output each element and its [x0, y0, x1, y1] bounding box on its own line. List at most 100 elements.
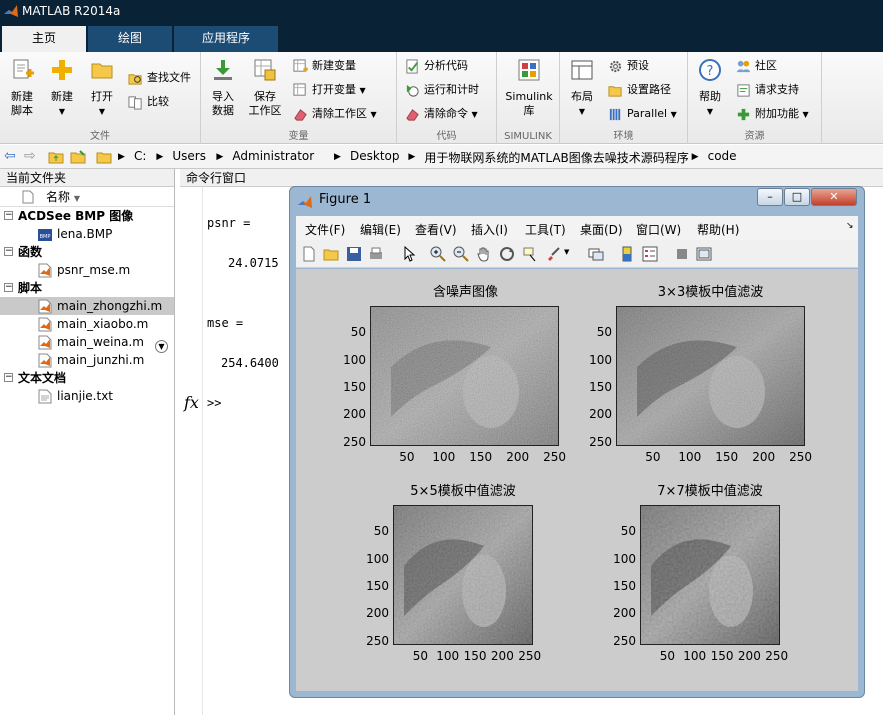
breadcrumb-separator-icon[interactable]: ▶ [692, 152, 699, 162]
name-column-header[interactable]: 名称 ▼ [0, 187, 174, 207]
maximize-button[interactable]: □ [784, 188, 810, 206]
breadcrumb-separator-icon[interactable]: ▶ [408, 152, 415, 162]
colorbar-icon[interactable] [619, 246, 635, 262]
minimize-button[interactable]: – [757, 188, 783, 206]
open-file-icon[interactable] [323, 246, 339, 262]
new-script-button[interactable]: 新建 脚本 [4, 58, 40, 118]
tab-plots[interactable]: 绘图 [88, 26, 172, 52]
zoom-out-icon[interactable] [453, 246, 469, 262]
link-plot-icon[interactable] [588, 246, 604, 262]
file-item[interactable]: lianjie.txt [0, 387, 174, 405]
breadcrumb-item[interactable]: Users [172, 149, 206, 163]
clear-commands-button[interactable]: 清除命令 ▼ [405, 104, 478, 124]
file-group-label: ACDSee BMP 图像 [18, 209, 134, 223]
file-item[interactable]: main_xiaobo.m [0, 315, 174, 333]
hide-plot-tools-icon[interactable] [674, 246, 690, 262]
run-and-time-button[interactable]: 运行和计时 [405, 80, 479, 100]
psnr-label: psnr = [207, 216, 251, 230]
file-name: lianjie.txt [57, 389, 114, 403]
community-button[interactable]: 社区 [736, 56, 777, 76]
clear-workspace-button[interactable]: 清除工作区 ▼ [293, 104, 377, 124]
menu-window[interactable]: 窗口(W) [636, 221, 681, 238]
figure-title: Figure 1 [319, 192, 372, 207]
menu-file[interactable]: 文件(F) [305, 221, 345, 238]
file-group-header[interactable]: − 函数 [0, 243, 174, 261]
tab-home[interactable]: 主页 [2, 26, 86, 52]
file-item[interactable]: psnr_mse.m [0, 261, 174, 279]
breadcrumb-item[interactable]: code [708, 149, 737, 163]
command-prompt[interactable]: >> [207, 396, 221, 410]
menu-edit[interactable]: 编辑(E) [360, 221, 401, 238]
fx-icon[interactable]: fx [184, 393, 199, 412]
legend-icon[interactable] [642, 246, 658, 262]
new-button[interactable]: 新建 ▼ [44, 58, 80, 119]
command-gutter [180, 187, 203, 715]
help-label: 帮助 [699, 90, 721, 103]
help-button[interactable]: ? 帮助 ▼ [694, 58, 726, 119]
parallel-button[interactable]: Parallel ▼ [608, 104, 677, 124]
collapse-icon[interactable]: − [4, 211, 13, 220]
open-variable-button[interactable]: 打开变量 ▼ [293, 80, 366, 100]
compare-button[interactable]: 比较 [128, 92, 169, 112]
menu-tools[interactable]: 工具(T) [525, 221, 566, 238]
group-environment-label: 环境 [613, 131, 634, 142]
set-path-button[interactable]: 设置路径 [608, 80, 671, 100]
collapse-icon[interactable]: − [4, 373, 13, 382]
rotate-3d-icon[interactable] [499, 246, 515, 262]
import-data-button[interactable]: 导入 数据 [205, 58, 241, 118]
menu-help[interactable]: 帮助(H) [697, 221, 739, 238]
menu-overflow-icon[interactable]: ↘ [846, 221, 854, 231]
breadcrumb-item[interactable]: Desktop [350, 149, 400, 163]
collapse-icon[interactable]: − [4, 283, 13, 292]
menu-desktop[interactable]: 桌面(D) [580, 221, 623, 238]
analyze-code-icon [406, 58, 418, 74]
file-group-header[interactable]: − 脚本 [0, 279, 174, 297]
browse-folder-icon[interactable] [70, 149, 86, 165]
zoom-in-icon[interactable] [430, 246, 446, 262]
layout-button[interactable]: 布局 ▼ [566, 58, 598, 119]
breadcrumb-separator-icon[interactable]: ▶ [156, 152, 163, 162]
breadcrumb-item[interactable]: C: [134, 149, 146, 163]
request-support-button[interactable]: 请求支持 [736, 80, 799, 100]
preferences-button[interactable]: 预设 [608, 56, 649, 76]
simulink-library-button[interactable]: Simulink 库 [501, 58, 557, 118]
add-ons-button[interactable]: 附加功能 ▼ [736, 104, 809, 124]
bmp-image-icon: BMP [38, 229, 52, 241]
figure-canvas: 含噪声图像 3×3模板中值滤波 5×5模板中值滤波 7×7模板中值滤波 50 1… [296, 269, 858, 691]
collapse-icon[interactable]: − [4, 247, 13, 256]
new-figure-icon[interactable] [301, 246, 317, 262]
data-cursor-icon[interactable] [522, 246, 538, 262]
menu-insert[interactable]: 插入(I) [471, 221, 508, 238]
analyze-code-button[interactable]: 分析代码 [405, 56, 468, 76]
menu-view[interactable]: 查看(V) [415, 221, 457, 238]
save-icon[interactable] [346, 246, 362, 262]
breadcrumb-separator-icon[interactable]: ▶ [334, 152, 341, 162]
file-item[interactable]: main_zhongzhi.m [0, 297, 174, 315]
find-files-button[interactable]: 查找文件 [128, 68, 191, 88]
back-arrow-icon[interactable]: ⇦ [4, 148, 16, 164]
new-variable-button[interactable]: 新建变量 [293, 56, 356, 76]
save-workspace-button[interactable]: 保存 工作区 [245, 58, 285, 118]
close-button[interactable]: ✕ [811, 188, 857, 206]
show-plot-tools-icon[interactable] [696, 246, 712, 262]
group-variable-label: 变量 [288, 131, 309, 142]
breadcrumb-item[interactable]: 用于物联网系统的MATLAB图像去噪技术源码程序 [424, 149, 688, 166]
tab-apps[interactable]: 应用程序 [174, 26, 278, 52]
file-group-header[interactable]: − ACDSee BMP 图像 [0, 207, 174, 225]
breadcrumb-item[interactable]: Administrator [232, 149, 314, 163]
pan-hand-icon[interactable] [476, 246, 492, 262]
file-group-header[interactable]: − 文本文档 [0, 369, 174, 387]
chevron-down-icon: ▼ [670, 110, 677, 119]
open-button[interactable]: 打开 ▼ [84, 58, 120, 119]
print-icon[interactable] [368, 246, 384, 262]
forward-arrow-icon[interactable]: ⇨ [24, 148, 36, 164]
breadcrumb-separator-icon[interactable]: ▶ [118, 152, 125, 162]
file-item[interactable]: main_weina.m [0, 333, 174, 351]
brush-icon[interactable] [545, 246, 561, 262]
breadcrumb-separator-icon[interactable]: ▶ [216, 152, 223, 162]
up-folder-icon[interactable] [48, 149, 64, 165]
file-item[interactable]: BMP lena.BMP [0, 225, 174, 243]
chevron-down-icon[interactable]: ▼ [564, 248, 569, 256]
pointer-icon[interactable] [401, 246, 417, 262]
file-item[interactable]: main_junzhi.m [0, 351, 174, 369]
